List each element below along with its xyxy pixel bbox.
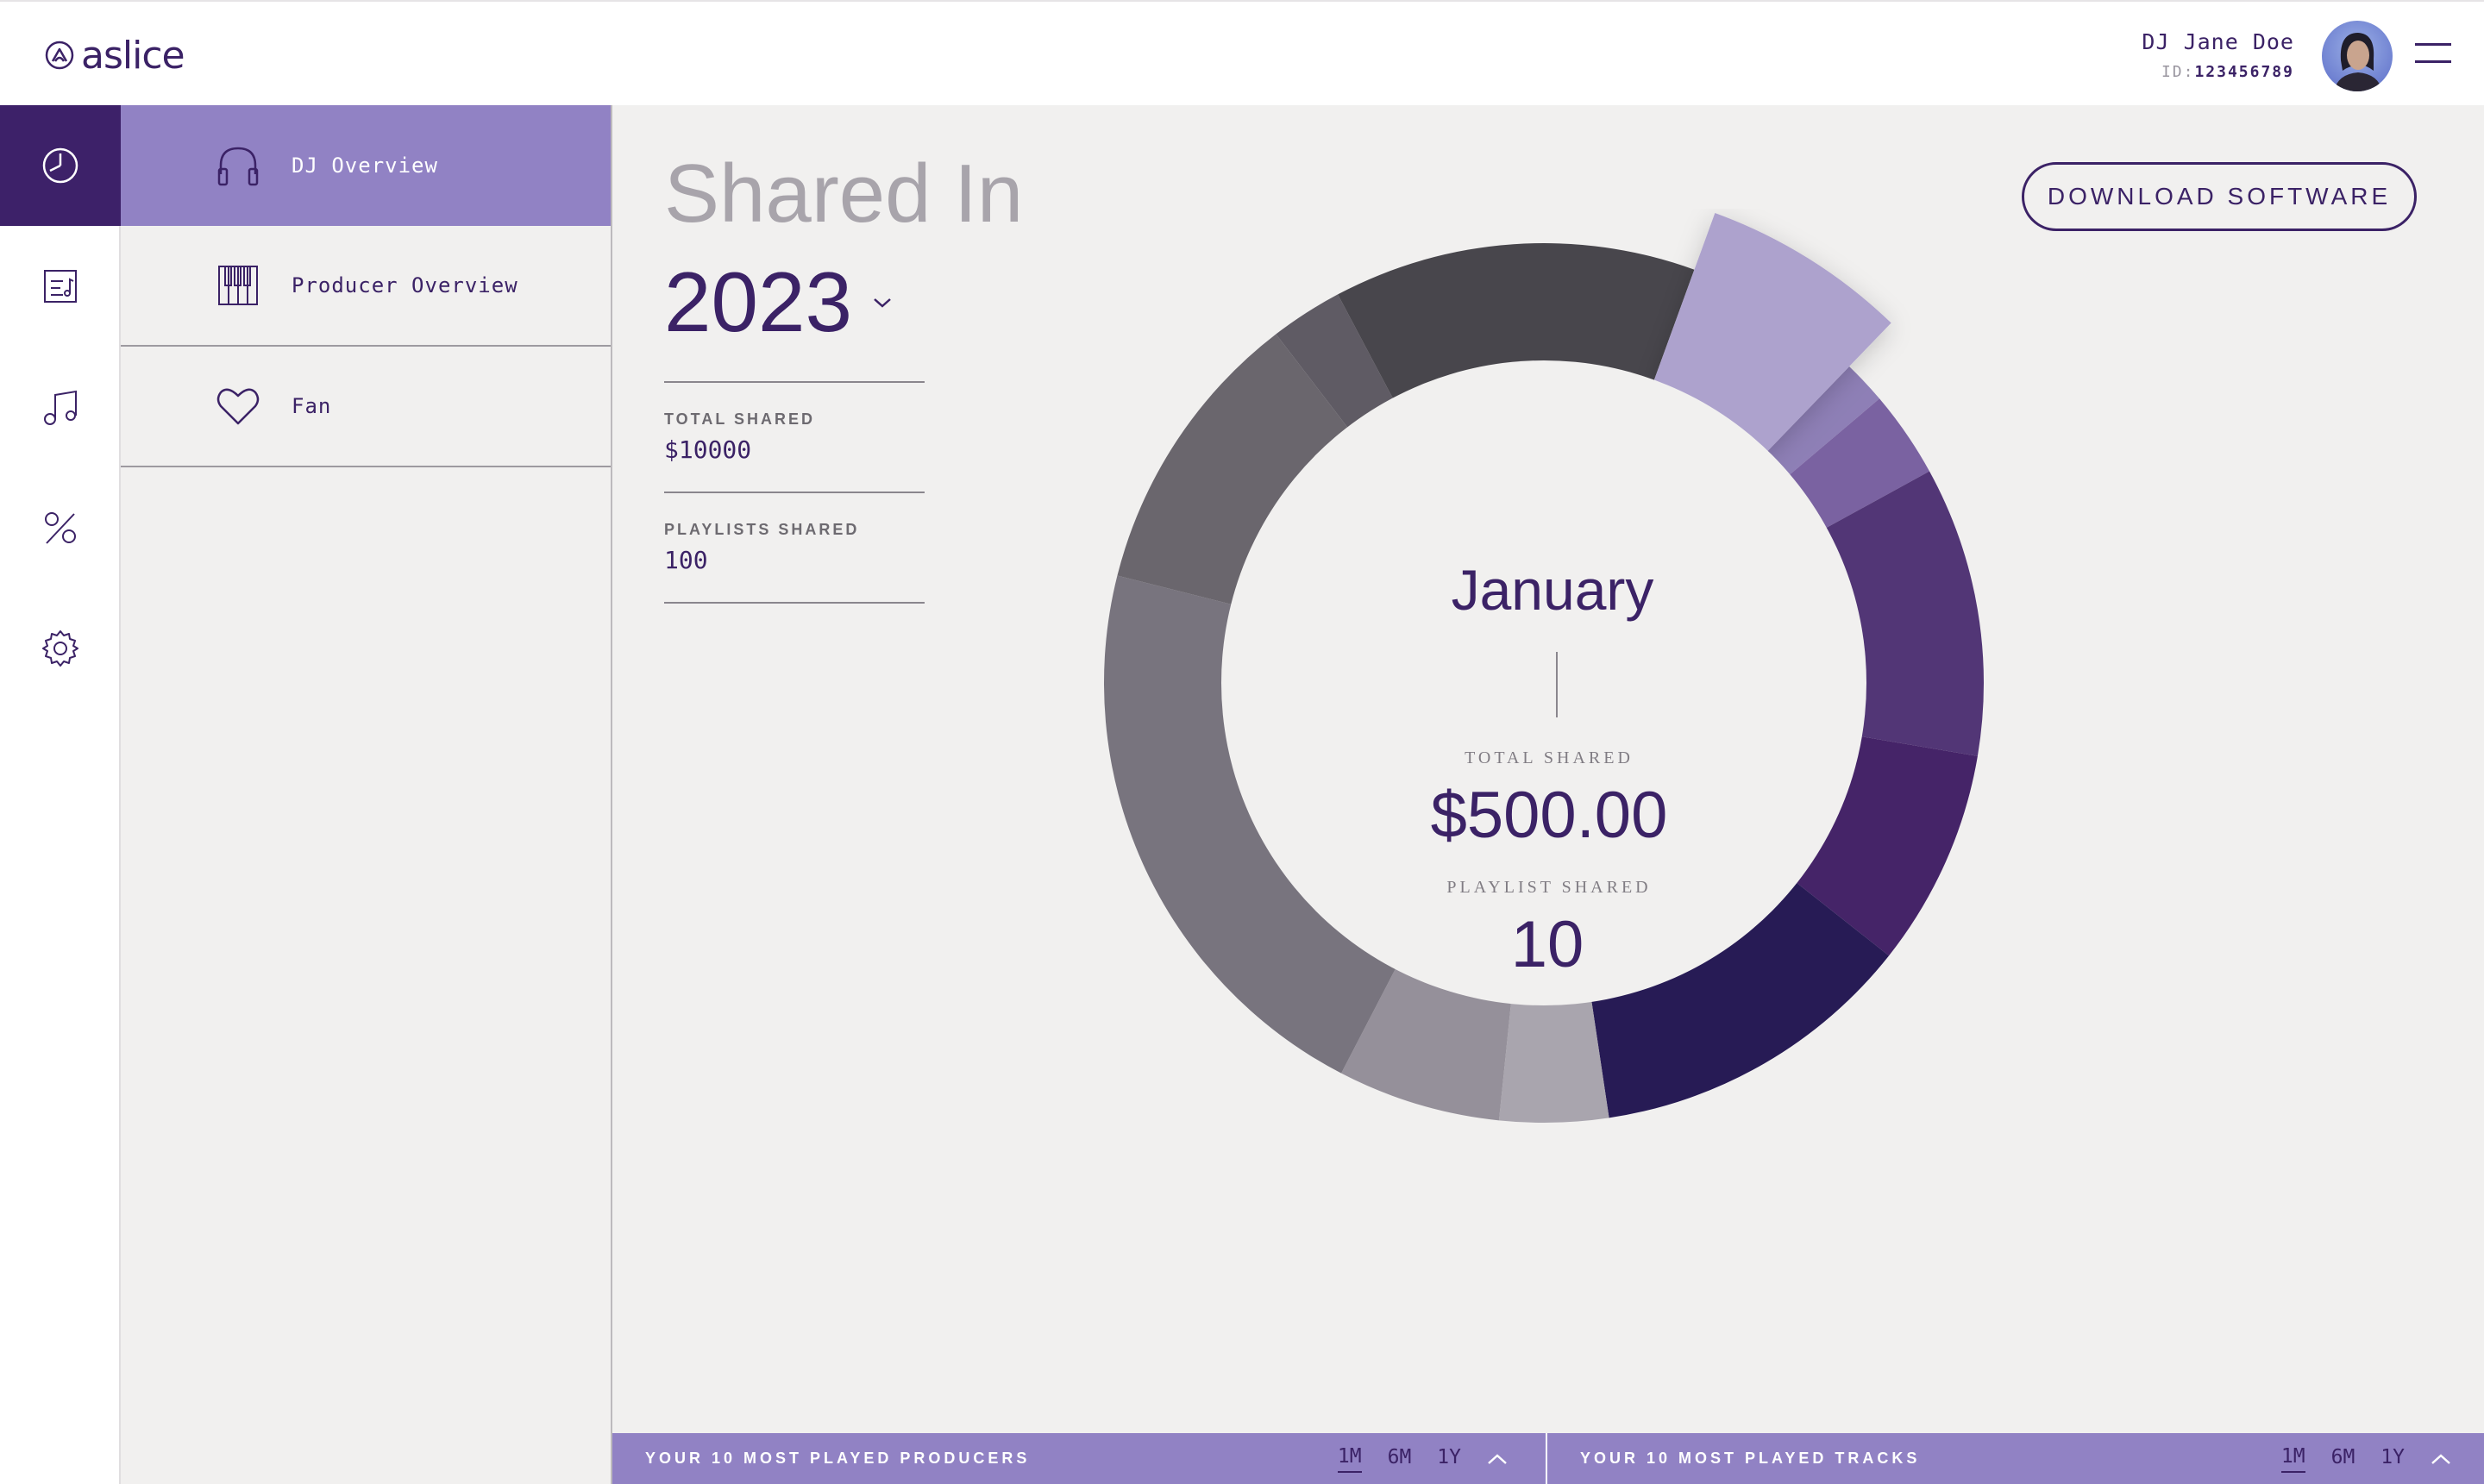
rail-item-statements[interactable] [0,226,121,347]
top-bar: aslice DJ Jane Doe ID:123456789 [0,0,2484,105]
range-6m[interactable]: 6M [2331,1446,2355,1472]
user-info: DJ Jane Doe ID:123456789 [2142,29,2294,81]
page-title: Shared In [664,147,1024,240]
avatar[interactable] [2322,21,2393,91]
pie-chart-icon [42,147,78,184]
producers-range-selector: 1M 6M 1Y [1337,1445,1508,1473]
sub-navigation: DJ Overview Producer Overview Fan [121,105,612,1484]
stat-label: PLAYLISTS SHARED [664,521,860,538]
center-playlist-label: PLAYLIST SHARED [1446,878,1652,897]
shared-donut-chart[interactable] [1070,209,2018,1157]
icon-rail [0,105,121,1484]
subnav-item-fan[interactable]: Fan [121,347,611,467]
subnav-item-dj-overview[interactable]: DJ Overview [121,105,611,226]
subnav-item-producer-overview[interactable]: Producer Overview [121,226,611,347]
tracks-panel-bar[interactable]: YOUR 10 MOST PLAYED TRACKS 1M 6M 1Y [1547,1433,2484,1484]
hamburger-menu-icon[interactable] [2415,41,2451,66]
range-1y[interactable]: 1Y [2380,1446,2405,1472]
headphones-icon [217,147,259,186]
center-playlist-value: 10 [1510,908,1584,981]
center-total-label: TOTAL SHARED [1465,748,1634,767]
stat-label: TOTAL SHARED [664,410,816,428]
stat-total-shared: TOTAL SHARED $10000 [664,381,925,492]
range-6m[interactable]: 6M [1388,1446,1412,1472]
center-month: January [1451,558,1654,622]
range-1m[interactable]: 1M [1337,1445,1362,1473]
rail-item-music[interactable] [0,347,121,467]
stat-playlists-shared: PLAYLISTS SHARED 100 [664,492,925,604]
avatar-photo [2322,21,2393,91]
stats-panel: TOTAL SHARED $10000 PLAYLISTS SHARED 100 [664,381,925,604]
producers-panel-bar[interactable]: YOUR 10 MOST PLAYED PRODUCERS 1M 6M 1Y [612,1433,1546,1484]
year-value: 2023 [664,254,853,349]
statement-icon [44,270,77,303]
subnav-label: DJ Overview [292,153,438,178]
heart-icon [216,388,260,425]
year-selector[interactable]: 2023 [664,254,892,351]
tracks-panel-title: YOUR 10 MOST PLAYED TRACKS [1580,1450,1921,1467]
range-1y[interactable]: 1Y [1437,1446,1461,1472]
gear-icon [42,630,78,667]
producers-panel-title: YOUR 10 MOST PLAYED PRODUCERS [645,1450,1031,1467]
logo-text: aslice [81,33,185,78]
center-total-value: $500.00 [1430,779,1668,852]
download-software-button[interactable]: DOWNLOAD SOFTWARE [2022,162,2417,231]
subnav-label: Producer Overview [292,273,518,297]
piano-keys-icon [218,266,258,305]
stat-value: 100 [664,546,708,574]
music-note-icon [44,390,77,425]
aslice-logo-icon [45,41,74,70]
stat-value: $10000 [664,435,752,464]
user-id: ID:123456789 [2161,63,2294,81]
rail-item-percent[interactable] [0,467,121,588]
chevron-up-icon[interactable] [1487,1453,1508,1465]
center-divider [1556,652,1558,717]
rail-item-settings[interactable] [0,588,121,709]
donut-slice-july[interactable] [1498,999,1609,1123]
main-content: Shared In 2023 TOTAL SHARED $10000 PLAYL… [612,105,2484,1484]
chevron-down-icon [874,297,891,308]
logo[interactable]: aslice [45,29,185,81]
subnav-label: Fan [292,394,332,418]
tracks-range-selector: 1M 6M 1Y [2280,1445,2451,1473]
rail-item-overview[interactable] [0,105,121,226]
range-1m[interactable]: 1M [2280,1445,2305,1473]
user-name: DJ Jane Doe [2142,29,2294,54]
chevron-up-icon[interactable] [2431,1453,2451,1465]
percent-icon [45,512,76,544]
